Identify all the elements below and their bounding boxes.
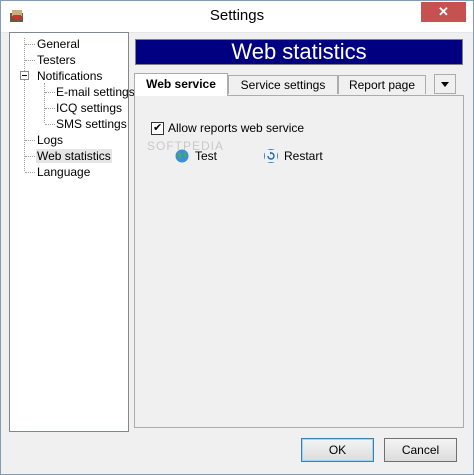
- settings-content: Web statistics Web service Service setti…: [132, 32, 468, 432]
- settings-tree: General Testers Notifications E-mail set…: [9, 32, 135, 432]
- collapse-icon[interactable]: [20, 71, 29, 80]
- web-service-panel: SOFTPEDIA ✔ Allow reports web service Te…: [134, 95, 464, 428]
- tree-line: [45, 92, 55, 93]
- tree-item-label: ICQ settings: [56, 101, 123, 115]
- tree-line: [25, 44, 35, 45]
- tree-item-label: General: [37, 37, 80, 51]
- allow-reports-checkbox[interactable]: ✔: [151, 122, 164, 135]
- tab-service-settings[interactable]: Service settings: [228, 75, 338, 94]
- tree-item-email-settings[interactable]: E-mail settings: [56, 84, 135, 100]
- tree-line: [24, 38, 25, 171]
- tree-line: [25, 60, 35, 61]
- tree-line: [44, 83, 45, 123]
- check-icon: ✔: [153, 122, 163, 134]
- ok-button[interactable]: OK: [301, 438, 374, 462]
- tab-report-page[interactable]: Report page: [338, 75, 426, 94]
- tree-line: [25, 156, 35, 157]
- tree-line: [45, 108, 55, 109]
- test-button[interactable]: Test: [175, 148, 235, 166]
- tree-item-logs[interactable]: Logs: [37, 132, 63, 148]
- tree-item-icq-settings[interactable]: ICQ settings: [56, 100, 122, 116]
- cancel-button[interactable]: Cancel: [384, 438, 457, 462]
- tab-strip: Web service Service settings Report page: [134, 73, 466, 96]
- tree-item-general[interactable]: General: [37, 36, 80, 52]
- settings-window: Settings ✕ General Testers Notifications…: [0, 0, 474, 475]
- tree-line: [45, 124, 55, 125]
- tree-item-label: SMS settings: [56, 117, 127, 131]
- tree-item-notifications[interactable]: Notifications: [37, 68, 102, 84]
- tree-item-sms-settings[interactable]: SMS settings: [56, 116, 127, 132]
- tree-item-label: Logs: [37, 133, 64, 147]
- tree-item-label: Web statistics: [36, 149, 112, 163]
- tree-item-label: Language: [37, 165, 91, 179]
- tree-line: [25, 172, 35, 173]
- restart-icon: [264, 149, 278, 163]
- tree-item-label: Testers: [37, 53, 76, 67]
- page-title: Web statistics: [135, 39, 463, 65]
- window-title: Settings: [209, 7, 265, 24]
- close-button[interactable]: ✕: [421, 2, 466, 22]
- allow-reports-label[interactable]: Allow reports web service: [168, 121, 304, 135]
- tree-line: [25, 140, 35, 141]
- test-button-label: Test: [195, 149, 218, 163]
- restart-button-label: Restart: [284, 149, 323, 163]
- tab-web-service[interactable]: Web service: [134, 73, 228, 96]
- tree-item-language[interactable]: Language: [37, 164, 90, 180]
- restart-button[interactable]: Restart: [264, 148, 334, 166]
- tree-item-testers[interactable]: Testers: [37, 52, 76, 68]
- title-bar: Settings ✕: [1, 1, 473, 33]
- tree-item-label: E-mail settings: [56, 85, 135, 99]
- tree-item-label: Notifications: [37, 69, 103, 83]
- tab-list-dropdown-button[interactable]: [434, 74, 456, 94]
- globe-icon: [175, 149, 189, 163]
- tree-item-web-statistics[interactable]: Web statistics: [36, 148, 112, 164]
